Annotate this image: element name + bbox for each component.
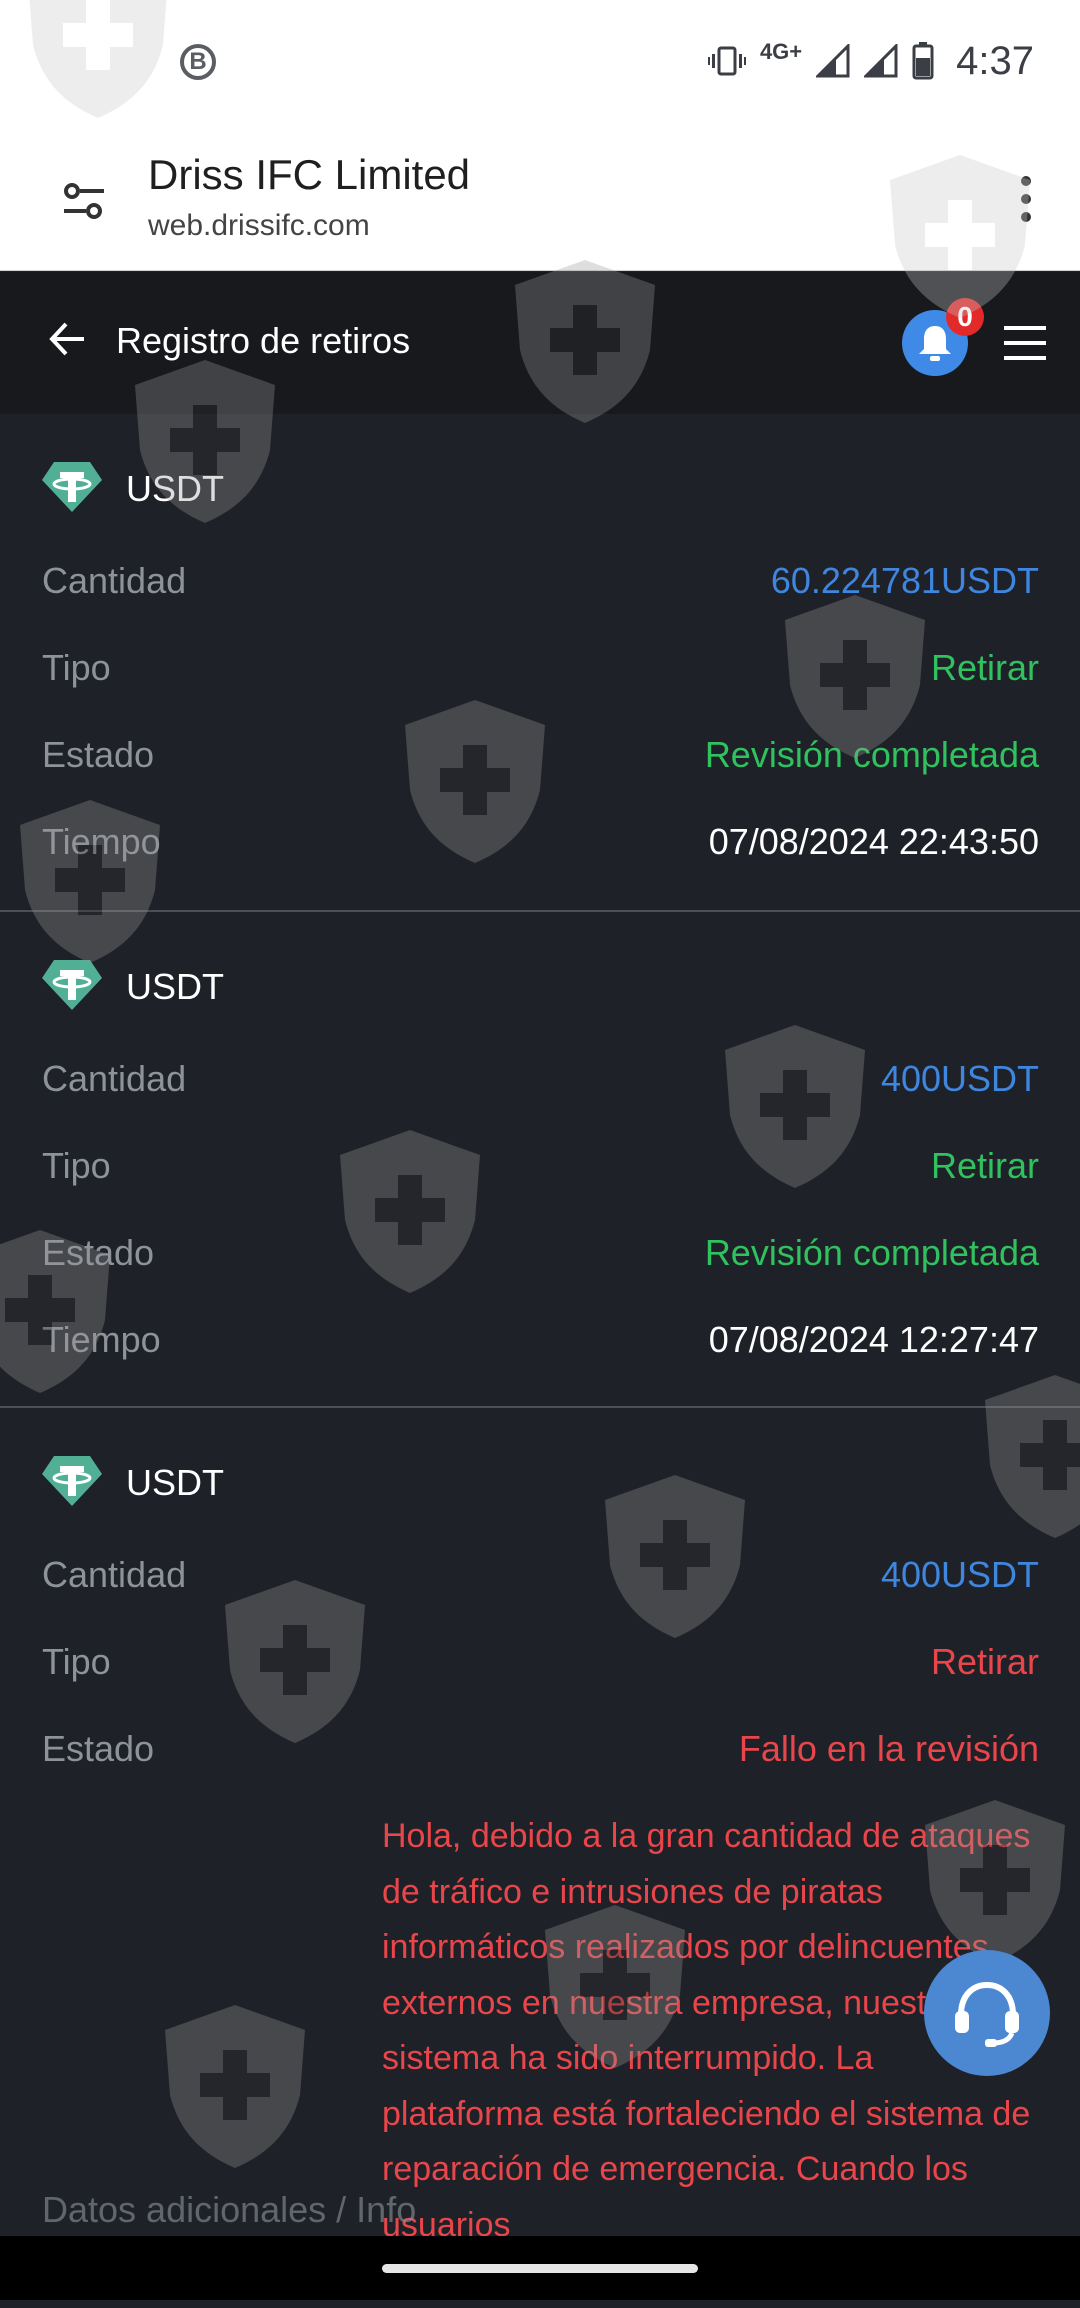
status-value: Fallo en la revisión bbox=[738, 1728, 1039, 1769]
amount-value: 400USDT bbox=[880, 1058, 1039, 1099]
type-value: Retirar bbox=[930, 647, 1039, 688]
time-value: 07/08/2024 22:43:50 bbox=[708, 821, 1039, 862]
type-value: Retirar bbox=[930, 1145, 1039, 1186]
back-arrow-icon[interactable] bbox=[48, 319, 88, 359]
withdrawal-record: USDT Cantidad 400USDT Tipo Retirar Estado R… bbox=[0, 912, 1080, 1408]
coin-name: USDT bbox=[126, 966, 224, 1007]
tether-icon bbox=[42, 960, 102, 1010]
page-title: Registro de retiros bbox=[116, 320, 411, 361]
battery-icon bbox=[912, 42, 934, 80]
status-label: Estado bbox=[42, 1232, 155, 1273]
status-label: Estado bbox=[42, 734, 155, 775]
type-label: Tipo bbox=[42, 647, 111, 688]
browser-bar: Driss IFC Limited web.drissifc.com bbox=[0, 125, 1080, 271]
tether-icon bbox=[42, 1456, 102, 1506]
signal-icon bbox=[816, 44, 850, 78]
bell-icon bbox=[919, 326, 951, 361]
status-bar: B 4G+ 4:37 bbox=[0, 0, 1080, 125]
clock: 4:37 bbox=[956, 38, 1034, 83]
customer-support-button[interactable] bbox=[924, 1950, 1050, 2076]
withdrawal-list: USDT Cantidad 60.224781USDT Tipo Retirar E… bbox=[0, 414, 1080, 2308]
withdrawal-record: USDT Cantidad 60.224781USDT Tipo Retirar E… bbox=[0, 414, 1080, 912]
type-label: Tipo bbox=[42, 1145, 111, 1186]
home-gesture-bar[interactable] bbox=[382, 2264, 698, 2273]
site-settings-icon[interactable] bbox=[62, 181, 106, 221]
notification-badge: 0 bbox=[946, 298, 984, 336]
status-value: Revisión completada bbox=[704, 734, 1039, 775]
time-label: Tiempo bbox=[42, 1319, 161, 1360]
extra-info-label: Datos adicionales / Info bbox=[42, 2189, 417, 2230]
status-value: Revisión completada bbox=[704, 1232, 1039, 1273]
withdrawal-record: USDT Cantidad 400USDT Tipo Retirar Estado F… bbox=[0, 1408, 1080, 2308]
vibrate-icon bbox=[707, 46, 746, 76]
site-url[interactable]: web.drissifc.com bbox=[148, 209, 370, 243]
time-value: 07/08/2024 12:27:47 bbox=[708, 1319, 1039, 1360]
type-value: Retirar bbox=[930, 1641, 1039, 1682]
amount-label: Cantidad bbox=[42, 1058, 187, 1099]
menu-icon[interactable] bbox=[1004, 324, 1046, 362]
b-circle-icon: B bbox=[180, 44, 216, 80]
headset-icon bbox=[955, 1981, 1019, 2047]
time-label: Tiempo bbox=[42, 821, 161, 862]
tether-icon bbox=[42, 462, 102, 512]
amount-value: 60.224781USDT bbox=[770, 560, 1039, 601]
system-nav-bar bbox=[0, 2236, 1080, 2300]
site-title: Driss IFC Limited bbox=[148, 151, 471, 198]
coin-name: USDT bbox=[126, 1462, 224, 1503]
status-icons: 4G+ 4:37 bbox=[707, 36, 1034, 86]
status-label: Estado bbox=[42, 1728, 155, 1769]
amount-value: 400USDT bbox=[880, 1554, 1039, 1595]
coin-name: USDT bbox=[126, 468, 224, 509]
app-header: Registro de retiros 0 bbox=[0, 272, 1080, 414]
notifications-button[interactable]: 0 bbox=[902, 298, 984, 376]
more-vert-icon[interactable] bbox=[1020, 175, 1032, 223]
amount-label: Cantidad bbox=[42, 560, 187, 601]
signal-icon bbox=[864, 44, 898, 78]
amount-label: Cantidad bbox=[42, 1554, 187, 1595]
type-label: Tipo bbox=[42, 1641, 111, 1682]
network-type: 4G+ bbox=[759, 39, 803, 64]
